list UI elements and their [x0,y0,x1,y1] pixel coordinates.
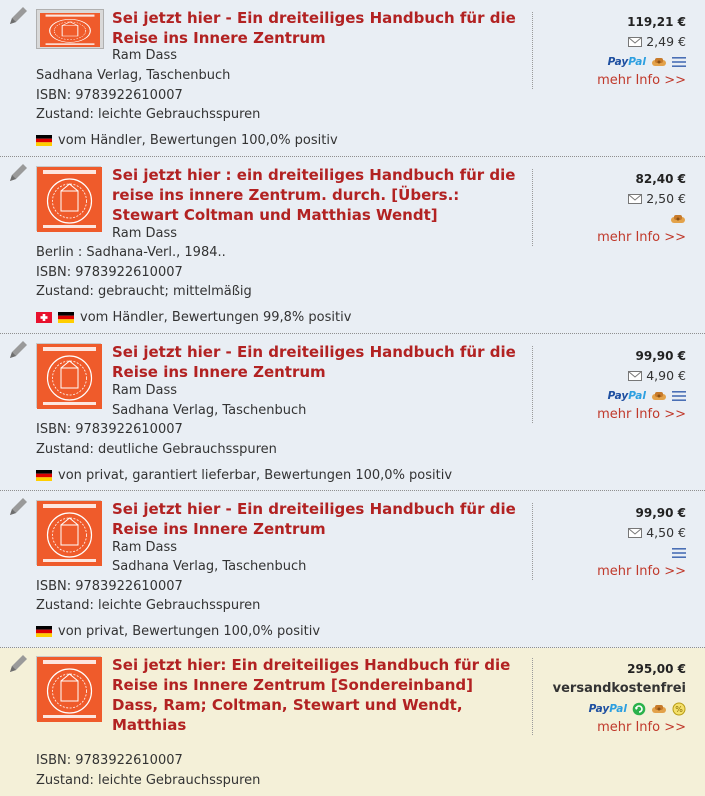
list-item-highlighted: Sei jetzt hier: Ein dreiteiliges Handbuc… [0,648,705,796]
list-icon[interactable] [672,56,686,68]
shipping-cost: versandkostenfrei [553,681,686,696]
list-item: Sei jetzt hier - Ein dreiteiliges Handbu… [0,334,705,491]
shipping-cost: 2,49 € [628,34,686,49]
divider [532,503,533,580]
divider [532,12,533,89]
handshake-icon [651,56,667,68]
divider [532,346,533,423]
shipping-value: versandkostenfrei [552,681,686,696]
seller-text: vom Händler, Bewertungen 100,0% positiv [58,133,338,148]
handshake-icon [651,390,667,402]
payment-icons [670,212,686,226]
condition: Zustand: gebraucht; mittelmäßig [36,284,252,299]
seller-info: vom Händler, Bewertungen 99,8% positiv [36,310,351,325]
paypal-logo: PayPal [607,56,646,68]
divider [532,658,533,735]
handshake-icon [651,703,667,715]
shipping-value: 4,90 € [646,368,686,383]
listing-title[interactable]: Sei jetzt hier - Ein dreiteiliges Handbu… [112,499,522,539]
flag-germany [58,312,74,323]
condition: Zustand: leichte Gebrauchsspuren [36,598,261,613]
seller-info: vom Händler, Bewertungen 100,0% positiv [36,133,338,148]
pencil-icon[interactable] [6,495,30,519]
handshake-icon [670,213,686,225]
envelope-icon [628,528,642,538]
isbn: ISBN: 9783922610007 [36,753,183,768]
price: 82,40 € [635,172,686,186]
shipping-cost: 4,90 € [628,368,686,383]
search-results-list: Sei jetzt hier - Ein dreiteiliges Handbu… [0,0,705,796]
book-cover-image[interactable] [36,343,101,408]
list-icon[interactable] [672,547,686,559]
isbn: ISBN: 9783922610007 [36,579,183,594]
shipping-value: 2,49 € [646,34,686,49]
shipping-value: 2,50 € [646,191,686,206]
pencil-icon[interactable] [6,338,30,362]
list-item: Sei jetzt hier - Ein dreiteiliges Handbu… [0,0,705,157]
paypal-logo: PayPal [588,703,627,715]
seller-text: vom Händler, Bewertungen 99,8% positiv [80,310,352,325]
more-info-link[interactable]: mehr Info >> [597,564,686,579]
price: 99,90 € [635,506,686,520]
shipping-cost: 2,50 € [628,191,686,206]
book-cover-image[interactable] [36,9,104,49]
seller-text: von privat, garantiert lieferbar, Bewert… [58,468,453,483]
listing-title[interactable]: Sei jetzt hier - Ein dreiteiliges Handbu… [112,342,522,382]
shipping-value: 4,50 € [646,525,686,540]
listing-title[interactable]: Sei jetzt hier - Ein dreiteiliges Handbu… [112,8,522,48]
envelope-icon [628,194,642,204]
payment-icons [672,546,686,560]
book-cover-image[interactable] [36,166,101,231]
divider [532,169,533,246]
publisher: Berlin : Sadhana-Verl., 1984.. [36,245,226,260]
envelope-icon [628,37,642,47]
publisher: Sadhana Verlag, Taschenbuch [112,403,307,418]
condition: Zustand: leichte Gebrauchsspuren [36,107,261,122]
condition: Zustand: deutliche Gebrauchsspuren [36,442,277,457]
payment-icons: PayPal [589,702,686,716]
pencil-icon[interactable] [6,161,30,185]
payment-icons: PayPal [608,55,686,69]
listing-title[interactable]: Sei jetzt hier: Ein dreiteiliges Handbuc… [112,655,522,735]
author: Ram Dass [112,48,178,63]
seller-info: von privat, garantiert lieferbar, Bewert… [36,468,452,483]
more-info-link[interactable]: mehr Info >> [597,230,686,245]
author: Ram Dass [112,226,178,241]
author: Ram Dass [112,540,178,555]
list-icon[interactable] [672,390,686,402]
seller-info: von privat, Bewertungen 100,0% positiv [36,624,320,639]
envelope-icon [628,371,642,381]
flag-germany [36,626,52,637]
more-info-link[interactable]: mehr Info >> [597,73,686,88]
publisher: Sadhana Verlag, Taschenbuch [36,68,231,83]
flag-germany [36,135,52,146]
isbn: ISBN: 9783922610007 [36,88,183,103]
payment-icons: PayPal [608,389,686,403]
list-item: Sei jetzt hier : ein dreiteiliges Handbu… [0,157,705,334]
price: 295,00 € [627,662,686,676]
book-cover-image[interactable] [36,656,101,721]
more-info-link[interactable]: mehr Info >> [597,720,686,735]
seller-text: von privat, Bewertungen 100,0% positiv [58,624,321,639]
shipping-cost: 4,50 € [628,525,686,540]
price: 99,90 € [635,349,686,363]
publisher: Sadhana Verlag, Taschenbuch [112,559,307,574]
isbn: ISBN: 9783922610007 [36,422,183,437]
percent-icon [672,702,686,716]
more-info-link[interactable]: mehr Info >> [597,407,686,422]
isbn: ISBN: 9783922610007 [36,265,183,280]
author: Ram Dass [112,383,178,398]
listing-title[interactable]: Sei jetzt hier : ein dreiteiliges Handbu… [112,165,522,225]
paypal-logo: PayPal [607,390,646,402]
flag-switzerland [36,312,52,323]
pencil-icon[interactable] [6,652,30,676]
flag-germany [36,470,52,481]
book-cover-image[interactable] [36,500,101,565]
refresh-icon [632,702,646,716]
list-item: Sei jetzt hier - Ein dreiteiliges Handbu… [0,491,705,648]
price: 119,21 € [627,15,686,29]
condition: Zustand: leichte Gebrauchsspuren [36,773,261,788]
pencil-icon[interactable] [6,4,30,28]
